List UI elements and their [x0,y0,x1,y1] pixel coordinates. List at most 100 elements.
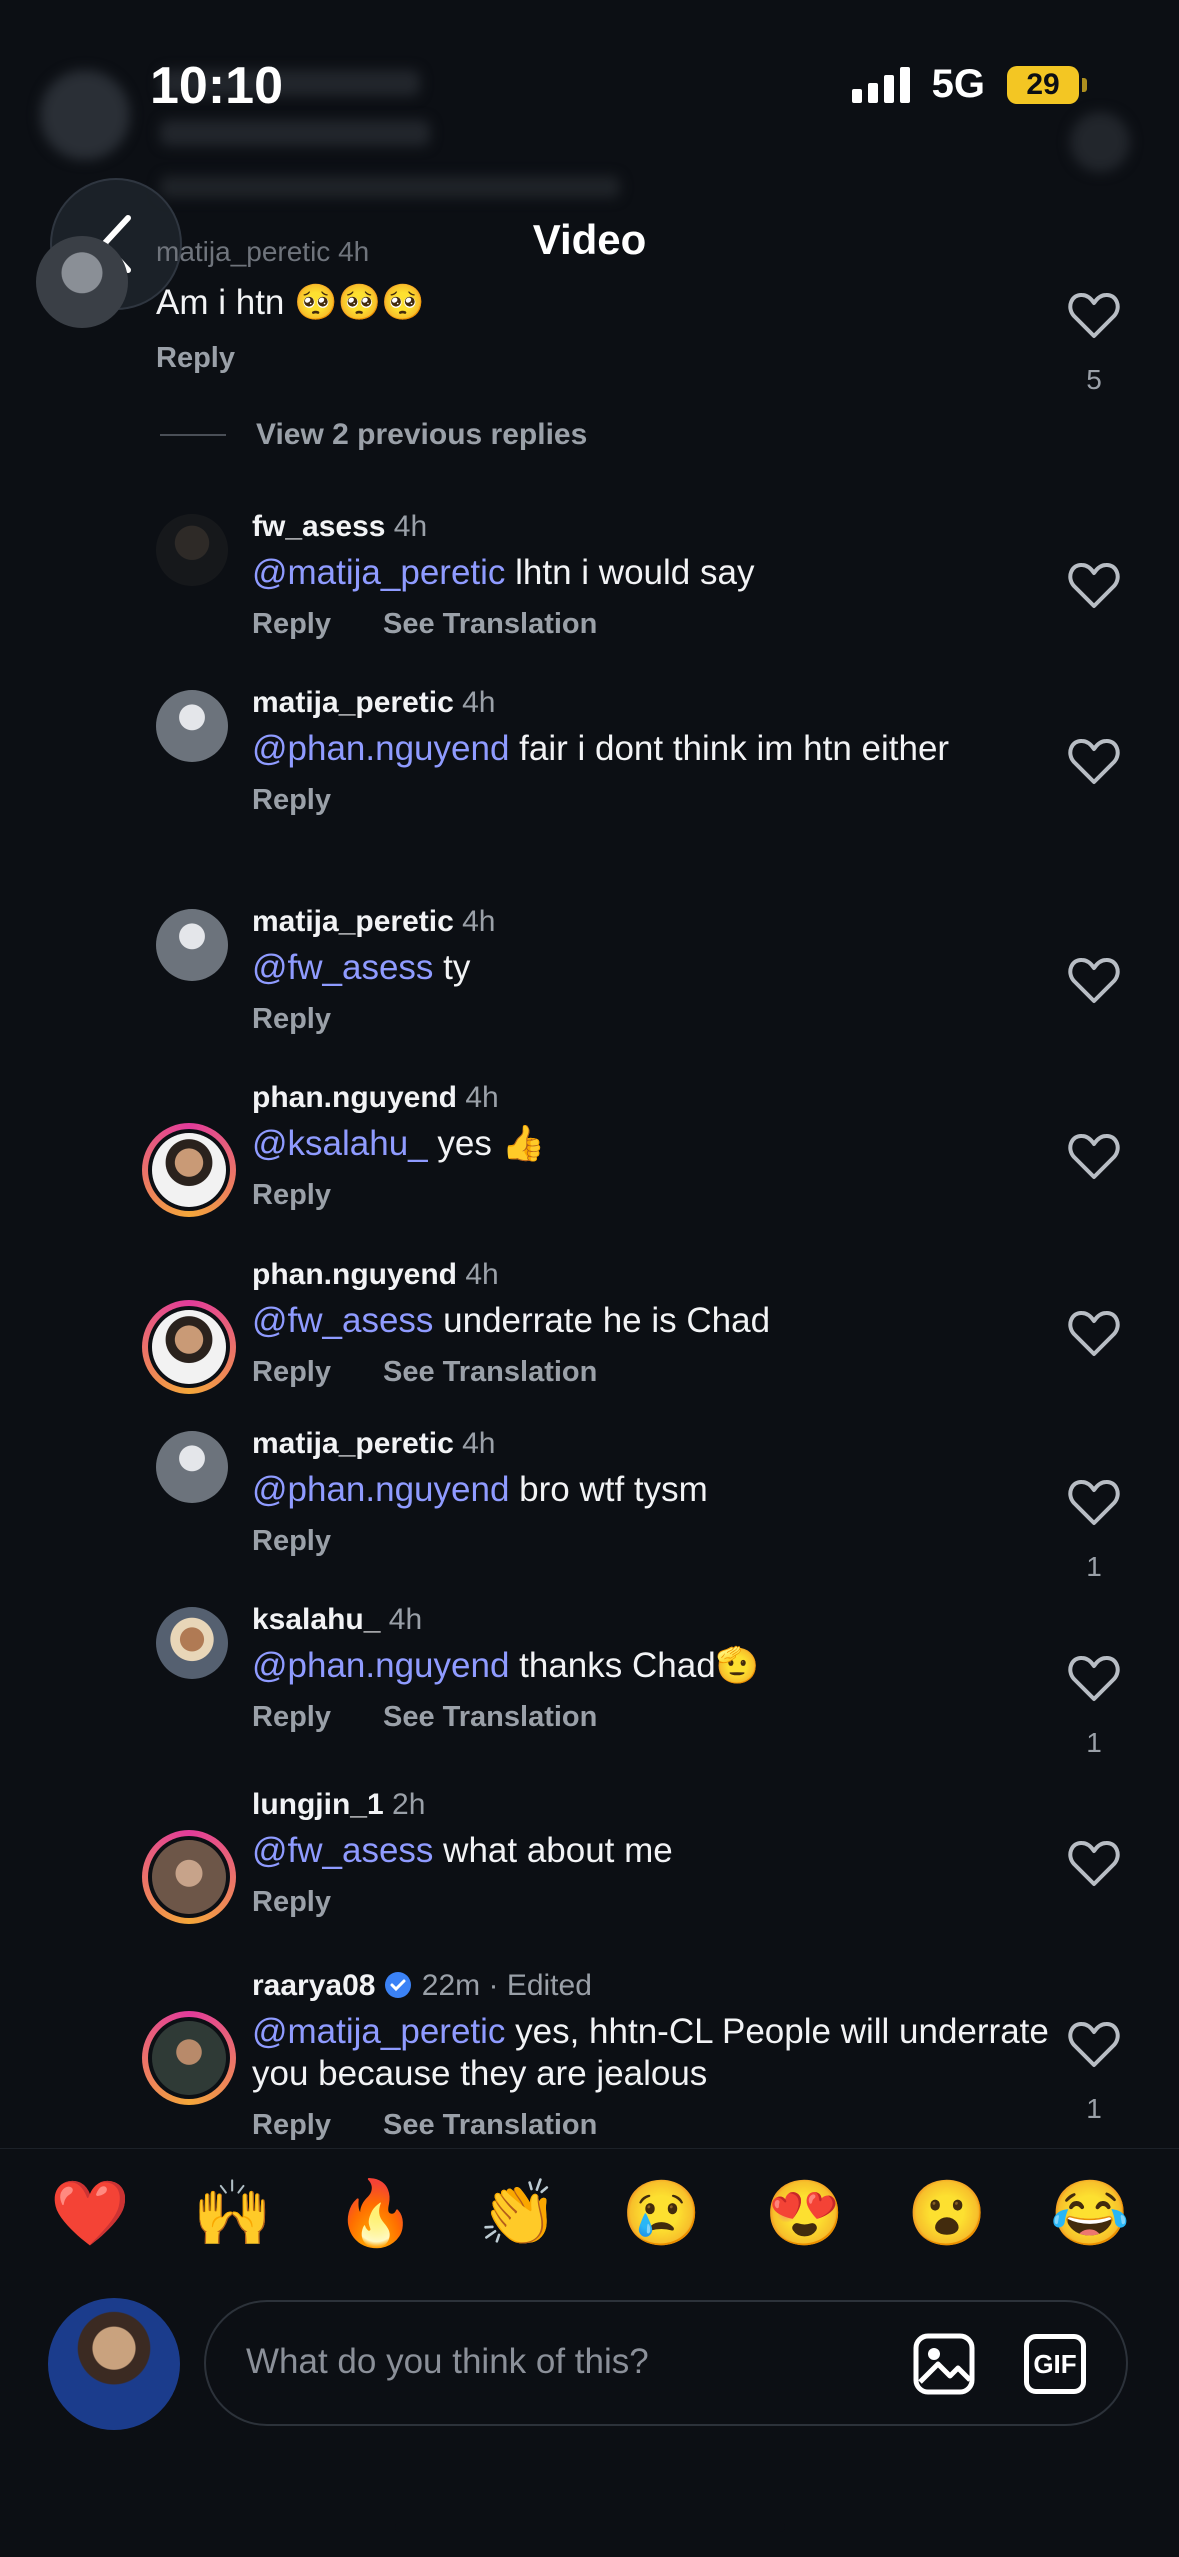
comment-text: @fw_asess ty [252,947,1052,989]
comment-username[interactable]: matija_peretic [156,236,330,267]
current-user-avatar[interactable] [48,2298,180,2430]
mention-link[interactable]: @phan.nguyend [252,1470,509,1509]
mention-link[interactable]: @phan.nguyend [252,729,509,768]
blurred-text [160,120,430,146]
avatar[interactable] [36,236,128,328]
reply-button[interactable]: Reply [252,784,331,816]
avatar[interactable] [142,2011,236,2105]
heart-icon[interactable] [1068,562,1120,610]
reply-button[interactable]: Reply [252,1003,331,1035]
gif-label: GIF [1033,2348,1077,2379]
comment-time: 4h [453,1427,496,1460]
mention-link[interactable]: @ksalahu_ [252,1124,428,1163]
comment-input[interactable]: What do you think of this? GIF [204,2300,1128,2426]
comment-username[interactable]: matija_peretic [252,1427,454,1460]
reaction-emoji[interactable]: 🙌 [193,2176,273,2251]
gif-button[interactable]: GIF [1024,2334,1086,2394]
mention-link[interactable]: @fw_asess [252,1301,433,1340]
comment-username[interactable]: fw_asess [252,510,385,543]
image-icon[interactable] [912,2332,976,2396]
reply-button[interactable]: Reply [252,1356,331,1388]
reaction-emoji[interactable]: 🔥 [336,2176,416,2251]
heart-icon[interactable] [1068,1840,1120,1888]
heart-icon[interactable] [1068,1310,1120,1358]
reply-button[interactable]: Reply [252,1179,331,1211]
see-translation-button[interactable]: See Translation [383,1356,597,1388]
reaction-emoji[interactable]: 😢 [622,2176,702,2251]
heart-icon[interactable] [1068,2021,1120,2069]
avatar[interactable] [156,514,228,586]
comment-time: 4h [338,236,370,267]
comment-text: @phan.nguyend thanks Chad🫡 [252,1645,1052,1687]
avatar[interactable] [156,1431,228,1503]
comment-actions: Reply [252,1886,1052,1919]
comment-username[interactable]: raarya08 [252,1969,375,2002]
avatar[interactable] [142,1300,236,1394]
mention-link[interactable]: @phan.nguyend [252,1646,509,1685]
comment-body: yes 👍 [427,1124,546,1163]
blurred-avatar [40,70,130,160]
see-translation-button[interactable]: See Translation [383,608,597,640]
reply-button[interactable]: Reply [252,608,331,640]
reaction-emoji[interactable]: 👏 [479,2176,559,2251]
verified-badge-icon [385,1972,412,1998]
comment-username[interactable]: ksalahu_ [252,1603,380,1636]
reply-button[interactable]: Reply [252,1886,331,1918]
reply-button[interactable]: Reply [252,1525,331,1557]
comment-meta: raarya08 22m · Edited [252,1969,1052,2003]
comment-text: @matija_peretic lhtn i would say [252,552,1052,594]
comment-actions: Reply [252,1003,1052,1036]
see-translation-button[interactable]: See Translation [383,1701,597,1733]
reaction-emoji[interactable]: 😂 [1050,2176,1130,2251]
mention-link[interactable]: @matija_peretic [252,553,505,592]
comment-time: 4h [453,686,496,719]
avatar[interactable] [156,1607,228,1679]
home-indicator [395,2522,785,2532]
comment-username[interactable]: matija_peretic [252,905,454,938]
heart-icon[interactable] [1068,1133,1120,1181]
avatar[interactable] [156,909,228,981]
avatar[interactable] [142,1830,236,1924]
status-time: 10:10 [150,57,283,115]
comment-time: 4h [385,510,428,543]
like-count: 5 [1086,364,1102,395]
comment-item: fw_asess 4h @matija_peretic lhtn i would … [252,510,1052,641]
heart-icon[interactable] [1068,957,1120,1005]
comment-username[interactable]: phan.nguyend [252,1258,457,1291]
reaction-emoji[interactable]: 😍 [764,2176,844,2251]
view-previous-replies[interactable]: View 2 previous replies [160,418,587,452]
battery-icon: 29 [1007,65,1087,104]
blurred-text [160,176,620,198]
reaction-bar: ❤️ 🙌 🔥 👏 😢 😍 😮 😂 [50,2176,1130,2251]
comment-username[interactable]: lungjin_1 [252,1788,384,1821]
mention-link[interactable]: @fw_asess [252,1831,433,1870]
heart-icon[interactable] [1068,738,1120,786]
comment-text: @matija_peretic yes, hhtn-CL People will… [252,2011,1052,2095]
avatar[interactable] [156,690,228,762]
see-translation-button[interactable]: See Translation [383,2109,597,2141]
comment-actions: Reply See Translation [252,1701,1052,1734]
mention-link[interactable]: @fw_asess [252,948,433,987]
reaction-emoji[interactable]: 😮 [907,2176,987,2251]
like-count: 1 [1086,1551,1102,1582]
avatar[interactable] [142,1123,236,1217]
reply-button[interactable]: Reply [252,2109,331,2141]
comment-text: @ksalahu_ yes 👍 [252,1123,1052,1165]
comment-actions: Reply See Translation [252,2109,1052,2142]
heart-icon[interactable] [1068,1479,1120,1527]
comment-body: underrate he is Chad [433,1301,771,1340]
mention-link[interactable]: @matija_peretic [252,2012,505,2051]
reaction-emoji[interactable]: ❤️ [50,2176,130,2251]
heart-icon[interactable] [1068,1655,1120,1703]
reply-button[interactable]: Reply [156,342,235,375]
comment-username[interactable]: matija_peretic [252,686,454,719]
comment-username[interactable]: phan.nguyend [252,1081,457,1114]
comment-item: ksalahu_ 4h @phan.nguyend thanks Chad🫡 Rep… [252,1603,1052,1734]
reply-button[interactable]: Reply [252,1701,331,1733]
comment-item: lungjin_1 2h @fw_asess what about me Reply [252,1788,1052,1919]
comment-actions: Reply [252,784,1052,817]
heart-icon[interactable] [1068,292,1120,340]
comment-meta: matija_peretic 4h [252,905,1052,939]
comment-time: 4h [457,1081,499,1114]
network-label: 5G [931,62,985,106]
